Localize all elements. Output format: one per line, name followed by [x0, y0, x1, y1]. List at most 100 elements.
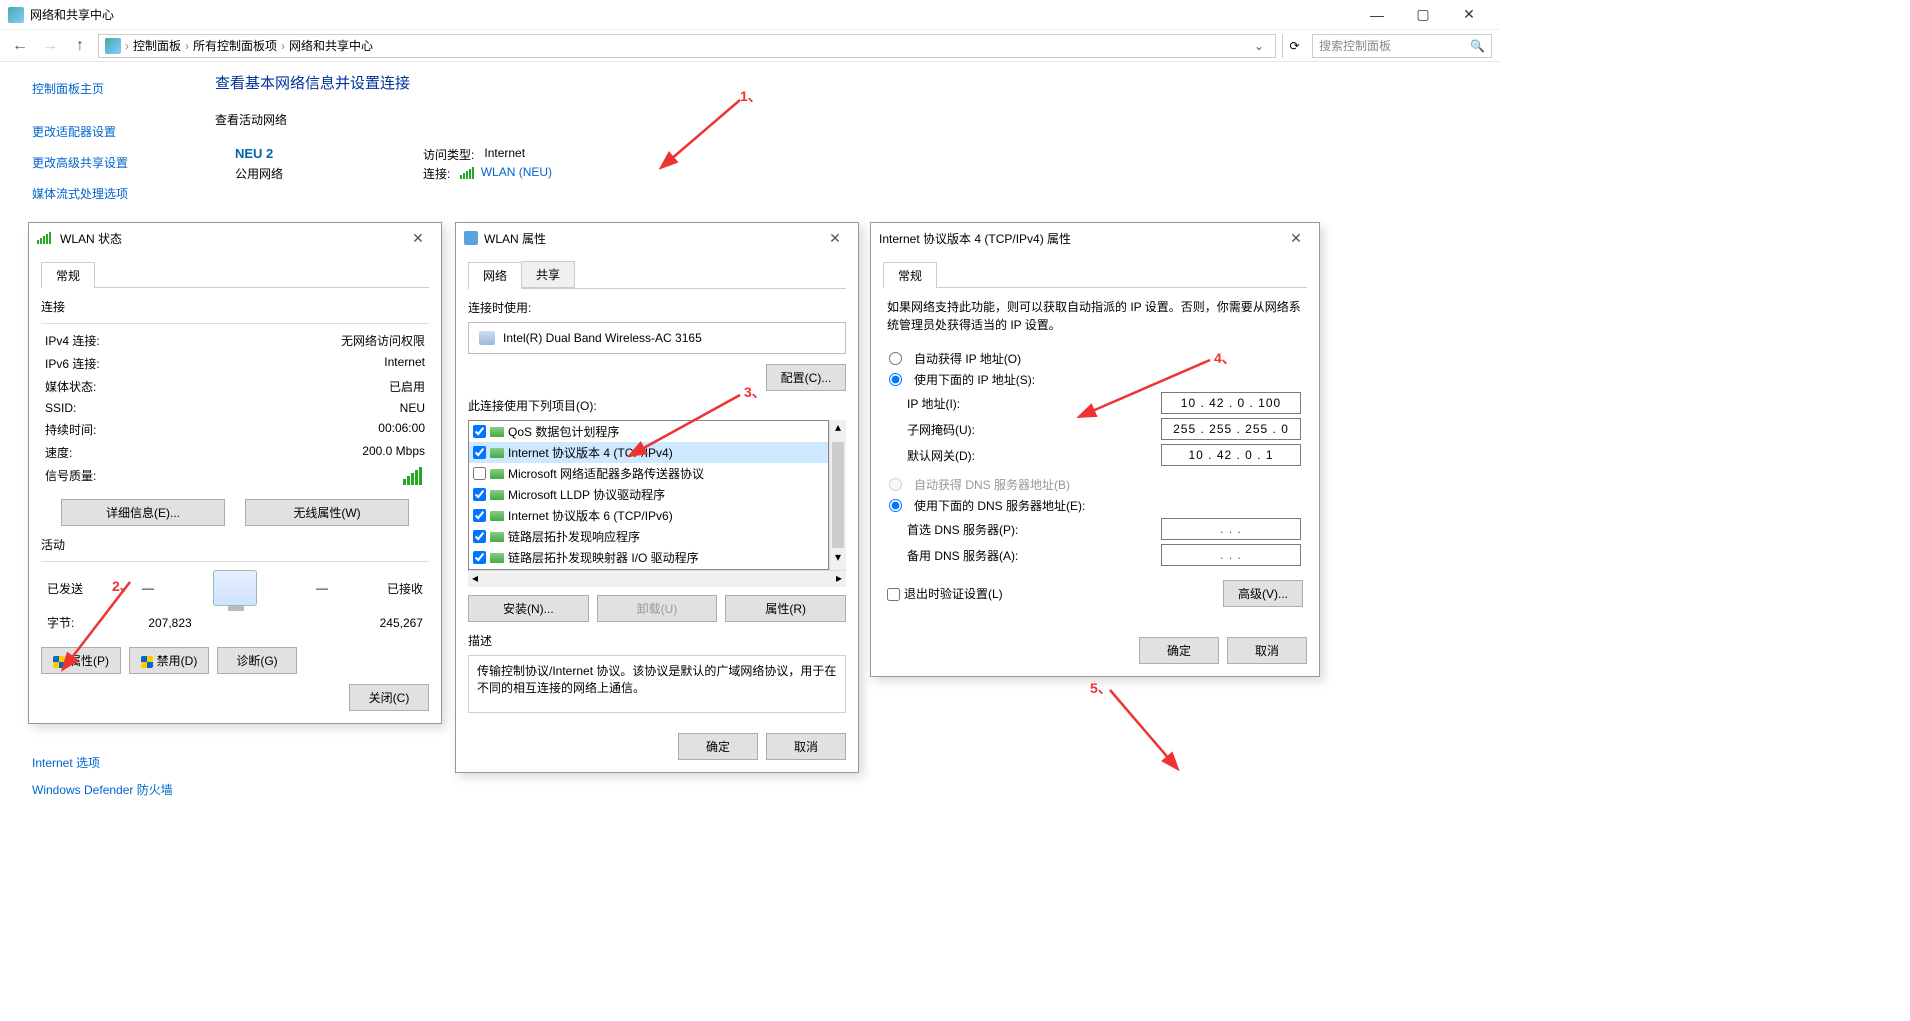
monitor-icon	[213, 570, 257, 606]
dlg3-tab-general[interactable]: 常规	[883, 262, 937, 288]
ipv6-value: Internet	[384, 355, 425, 372]
sidebar-internet-options[interactable]: Internet 选项	[32, 754, 173, 771]
protocol-label: 链路层拓扑发现映射器 I/O 驱动程序	[508, 549, 699, 566]
dns2-label: 备用 DNS 服务器(A):	[907, 547, 1018, 564]
dns1-label: 首选 DNS 服务器(P):	[907, 521, 1018, 538]
protocol-item[interactable]: Internet 协议版本 6 (TCP/IPv6)	[469, 505, 828, 526]
breadcrumb-icon	[105, 38, 121, 54]
dlg2-ok-button[interactable]: 确定	[678, 733, 758, 760]
sidebar-home[interactable]: 控制面板主页	[32, 80, 195, 97]
dlg2-cancel-button[interactable]: 取消	[766, 733, 846, 760]
auto-ip-radio[interactable]	[889, 352, 902, 365]
use-ip-radio[interactable]	[889, 373, 902, 386]
description-text: 传输控制协议/Internet 协议。该协议是默认的广域网络协议，用于在不同的相…	[468, 655, 846, 713]
adapter-name: Intel(R) Dual Band Wireless-AC 3165	[503, 331, 702, 345]
properties-button[interactable]: 属性(P)	[41, 647, 121, 674]
install-button[interactable]: 安装(N)...	[468, 595, 589, 622]
sidebar-sharing[interactable]: 更改高级共享设置	[32, 154, 195, 171]
mask-input[interactable]: 255 . 255 . 255 . 0	[1161, 418, 1301, 440]
access-type-label: 访问类型:	[423, 146, 474, 163]
details-button[interactable]: 详细信息(E)...	[61, 499, 225, 526]
advanced-button[interactable]: 高级(V)...	[1223, 580, 1303, 607]
breadcrumb-leaf[interactable]: 网络和共享中心	[289, 37, 373, 54]
protocol-icon	[490, 469, 504, 479]
annotation-4: 4、	[1214, 348, 1236, 368]
listbox-scrollbar[interactable]: ▴▾	[829, 420, 846, 570]
breadcrumb-dropdown[interactable]: ⌄	[1249, 39, 1269, 53]
breadcrumb-root[interactable]: 控制面板	[133, 37, 181, 54]
speed-value: 200.0 Mbps	[362, 444, 425, 461]
back-button[interactable]: ←	[8, 34, 32, 58]
dlg3-cancel-button[interactable]: 取消	[1227, 637, 1307, 664]
search-input[interactable]: 搜索控制面板 🔍	[1312, 34, 1492, 58]
dns2-input[interactable]: . . .	[1161, 544, 1301, 566]
gateway-input[interactable]: 10 . 42 . 0 . 1	[1161, 444, 1301, 466]
wlan-status-dialog: WLAN 状态 ✕ 常规 连接 IPv4 连接:无网络访问权限 IPv6 连接:…	[28, 222, 442, 724]
protocol-item[interactable]: QoS 数据包计划程序	[469, 421, 828, 442]
ip-input[interactable]: 10 . 42 . 0 . 100	[1161, 392, 1301, 414]
auto-ip-label: 自动获得 IP 地址(O)	[914, 350, 1021, 367]
protocol-checkbox[interactable]	[473, 551, 486, 564]
dlg3-ok-button[interactable]: 确定	[1139, 637, 1219, 664]
toolbar: ← → ↑ › 控制面板 › 所有控制面板项 › 网络和共享中心 ⌄ ⟳ 搜索控…	[0, 30, 1500, 62]
dns1-input[interactable]: . . .	[1161, 518, 1301, 540]
wireless-props-button[interactable]: 无线属性(W)	[245, 499, 409, 526]
dlg3-close-button[interactable]: ✕	[1281, 230, 1311, 247]
protocol-label: QoS 数据包计划程序	[508, 423, 619, 440]
window-title: 网络和共享中心	[30, 6, 1354, 23]
connection-label: 连接:	[423, 165, 450, 182]
dlg1-close-button[interactable]: ✕	[403, 230, 433, 247]
protocol-checkbox[interactable]	[473, 509, 486, 522]
diagnose-button[interactable]: 诊断(G)	[217, 647, 297, 674]
listbox-hscrollbar[interactable]: ◂▸	[468, 570, 846, 587]
ipv6-label: IPv6 连接:	[45, 355, 100, 372]
sidebar-media[interactable]: 媒体流式处理选项	[32, 185, 195, 202]
sidebar-adapter[interactable]: 更改适配器设置	[32, 123, 195, 140]
uninstall-button[interactable]: 卸载(U)	[597, 595, 718, 622]
connection-link[interactable]: WLAN (NEU)	[460, 165, 552, 182]
protocol-icon	[490, 511, 504, 521]
maximize-button[interactable]: ▢	[1400, 0, 1446, 30]
protocol-item[interactable]: Microsoft 网络适配器多路传送器协议	[469, 463, 828, 484]
dlg2-close-button[interactable]: ✕	[820, 230, 850, 247]
close-button[interactable]: ✕	[1446, 0, 1492, 30]
use-dns-label: 使用下面的 DNS 服务器地址(E):	[914, 497, 1085, 514]
sidebar-defender[interactable]: Windows Defender 防火墙	[32, 781, 173, 798]
protocol-listbox[interactable]: QoS 数据包计划程序 Internet 协议版本 4 (TCP/IPv4) Mic…	[468, 420, 829, 570]
dlg1-tab-general[interactable]: 常规	[41, 262, 95, 288]
breadcrumb-mid[interactable]: 所有控制面板项	[193, 37, 277, 54]
protocol-checkbox[interactable]	[473, 488, 486, 501]
wlan-icon	[37, 232, 51, 244]
protocol-label: Internet 协议版本 4 (TCP/IPv4)	[508, 444, 673, 461]
protocol-item[interactable]: Microsoft LLDP 协议驱动程序	[469, 484, 828, 505]
annotation-1: 1、	[740, 86, 762, 106]
validate-checkbox-row[interactable]: 退出时验证设置(L)	[887, 585, 1003, 602]
breadcrumb[interactable]: › 控制面板 › 所有控制面板项 › 网络和共享中心 ⌄	[98, 34, 1276, 58]
dlg2-tab-sharing[interactable]: 共享	[521, 261, 575, 288]
ipv4-properties-dialog: Internet 协议版本 4 (TCP/IPv4) 属性 ✕ 常规 如果网络支…	[870, 222, 1320, 677]
protocol-checkbox[interactable]	[473, 425, 486, 438]
protocol-item[interactable]: Internet 协议版本 4 (TCP/IPv4)	[469, 442, 828, 463]
close-button[interactable]: 关闭(C)	[349, 684, 429, 711]
protocol-icon	[490, 553, 504, 563]
protocol-checkbox[interactable]	[473, 446, 486, 459]
item-properties-button[interactable]: 属性(R)	[725, 595, 846, 622]
refresh-button[interactable]: ⟳	[1282, 34, 1306, 58]
protocol-checkbox[interactable]	[473, 530, 486, 543]
sent-label: 已发送	[47, 580, 83, 597]
dlg2-tab-network[interactable]: 网络	[468, 262, 522, 289]
up-button[interactable]: ↑	[68, 34, 92, 58]
forward-button[interactable]: →	[38, 34, 62, 58]
minimize-button[interactable]: —	[1354, 0, 1400, 30]
disable-button[interactable]: 禁用(D)	[129, 647, 209, 674]
dlg3-title: Internet 协议版本 4 (TCP/IPv4) 属性	[879, 230, 1281, 247]
configure-button[interactable]: 配置(C)...	[766, 364, 846, 391]
nic-icon	[479, 331, 495, 345]
validate-checkbox[interactable]	[887, 588, 900, 601]
protocol-item[interactable]: 链路层拓扑发现响应程序	[469, 526, 828, 547]
protocol-checkbox[interactable]	[473, 467, 486, 480]
use-dns-radio[interactable]	[889, 499, 902, 512]
items-label: 此连接使用下列项目(O):	[468, 397, 846, 414]
protocol-item[interactable]: 链路层拓扑发现映射器 I/O 驱动程序	[469, 547, 828, 568]
section-active-networks: 查看活动网络	[215, 111, 552, 128]
